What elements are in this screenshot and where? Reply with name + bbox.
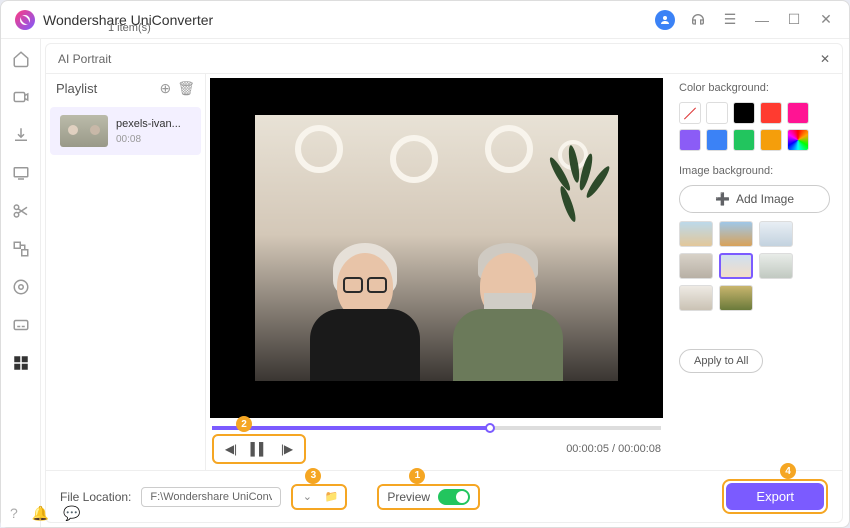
trash-icon[interactable]: 🗑 — [177, 80, 195, 97]
color-swatches — [679, 102, 830, 151]
screen-icon[interactable] — [11, 163, 31, 183]
video-icon[interactable] — [11, 87, 31, 107]
playlist-title: Playlist — [56, 81, 153, 96]
help-icon[interactable]: ? — [10, 505, 18, 522]
color-swatch[interactable] — [706, 102, 728, 124]
background-panel: Color background: Image background: ➕ Ad… — [667, 74, 842, 470]
color-swatch[interactable] — [760, 102, 782, 124]
notification-icon[interactable]: 🔔 — [32, 505, 49, 522]
color-swatch[interactable] — [733, 102, 755, 124]
bg-thumbnail[interactable] — [719, 253, 753, 279]
bg-thumbnail[interactable] — [759, 221, 793, 247]
thumbnail — [60, 115, 108, 147]
user-avatar-icon[interactable] — [655, 10, 675, 30]
bg-thumbnail[interactable] — [719, 221, 753, 247]
preview-toggle[interactable] — [438, 489, 470, 505]
ai-portrait-modal: AI Portrait ✕ Playlist ⊕ 🗑 pexels-ivan..… — [45, 43, 843, 523]
bg-thumbnails — [679, 221, 830, 311]
close-window-icon[interactable]: ✕ — [817, 11, 835, 29]
playlist-panel: Playlist ⊕ 🗑 pexels-ivan... 00:08 — [46, 74, 206, 470]
playback-controls: 2 ◀| ▌▌ |▶ — [212, 434, 306, 464]
maximize-icon[interactable]: ☐ — [785, 11, 803, 29]
color-swatch[interactable] — [787, 129, 809, 151]
toolbox-icon[interactable] — [11, 353, 31, 373]
download-icon[interactable] — [11, 125, 31, 145]
audio-icon[interactable] — [11, 277, 31, 297]
color-swatch[interactable] — [679, 129, 701, 151]
playlist-item-duration: 00:08 — [116, 134, 181, 145]
app-logo-icon — [15, 10, 35, 30]
footer: File Location: 3 ⌄ 📁 1 Preview 4 Export — [46, 470, 842, 522]
export-button[interactable]: Export — [726, 483, 824, 510]
callout-badge-2: 2 — [236, 416, 252, 432]
support-icon[interactable] — [689, 11, 707, 29]
app-window: Wondershare UniConverter ☰ — ☐ ✕ — [0, 0, 850, 528]
next-frame-button[interactable]: |▶ — [274, 438, 300, 460]
color-swatch[interactable] — [787, 102, 809, 124]
minimize-icon[interactable]: — — [753, 11, 771, 29]
bg-thumbnail[interactable] — [759, 253, 793, 279]
callout-badge-4: 4 — [780, 463, 796, 479]
preview-label: Preview — [387, 490, 430, 504]
playlist-item[interactable]: pexels-ivan... 00:08 — [50, 107, 201, 155]
progress-bar[interactable] — [212, 426, 661, 430]
color-bg-label: Color background: — [679, 82, 830, 94]
bg-thumbnail[interactable] — [679, 285, 713, 311]
playlist-item-name: pexels-ivan... — [116, 118, 181, 130]
plus-icon: ➕ — [715, 192, 730, 206]
callout-badge-1: 1 — [409, 468, 425, 484]
add-icon[interactable]: ⊕ — [159, 80, 171, 97]
modal-title: AI Portrait — [58, 52, 111, 66]
home-icon[interactable] — [11, 49, 31, 69]
merge-icon[interactable] — [11, 239, 31, 259]
menu-icon[interactable]: ☰ — [721, 11, 739, 29]
add-image-button[interactable]: ➕ Add Image — [679, 185, 830, 213]
bg-thumbnail[interactable] — [679, 221, 713, 247]
items-count: 1 item(s) — [108, 22, 151, 34]
time-display: 00:00:05 / 00:00:08 — [566, 443, 661, 455]
subtitle-icon[interactable] — [11, 315, 31, 335]
pause-button[interactable]: ▌▌ — [246, 438, 272, 460]
prev-frame-button[interactable]: ◀| — [218, 438, 244, 460]
location-dropdown-button[interactable]: ⌄ — [297, 488, 317, 506]
open-folder-button[interactable]: 📁 — [321, 488, 341, 506]
image-bg-label: Image background: — [679, 165, 830, 177]
sidebar — [1, 39, 41, 527]
color-swatch[interactable] — [733, 129, 755, 151]
color-swatch[interactable] — [706, 129, 728, 151]
apply-all-button[interactable]: Apply to All — [679, 349, 763, 373]
color-swatch[interactable] — [760, 129, 782, 151]
color-swatch[interactable] — [679, 102, 701, 124]
callout-badge-3: 3 — [305, 468, 321, 484]
bg-thumbnail[interactable] — [719, 285, 753, 311]
bg-thumbnail[interactable] — [679, 253, 713, 279]
feedback-icon[interactable]: 💬 — [63, 505, 80, 522]
file-location-label: File Location: — [60, 490, 131, 504]
cut-icon[interactable] — [11, 201, 31, 221]
close-icon[interactable]: ✕ — [820, 52, 830, 66]
video-preview — [210, 78, 663, 418]
file-location-input[interactable] — [141, 487, 281, 507]
